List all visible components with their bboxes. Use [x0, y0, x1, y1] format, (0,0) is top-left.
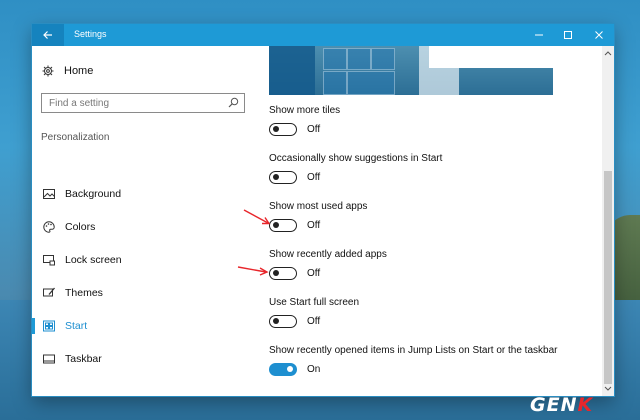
sidebar-item-lock-screen[interactable]: Lock screen [32, 246, 252, 274]
sidebar-item-label: Lock screen [65, 254, 122, 266]
toggle-state: Off [307, 220, 321, 231]
setting-label: Show most used apps [269, 201, 368, 212]
chevron-down-icon [604, 386, 612, 391]
setting-full-screen: Use Start full screen Off [269, 297, 359, 328]
toggle-knob [287, 366, 293, 372]
minimize-icon [535, 34, 543, 36]
arrow-left-icon [43, 31, 52, 39]
content-pane: Show more tiles Off Occasionally show su… [252, 46, 602, 396]
picture-icon [43, 189, 55, 199]
toggle-state: Off [307, 124, 321, 135]
scroll-down-arrow[interactable] [604, 385, 612, 393]
maximize-button[interactable] [553, 24, 583, 46]
preview-start-panel [269, 46, 315, 95]
preview-tile [371, 48, 395, 70]
preview-tile [347, 48, 371, 70]
toggle-knob [273, 270, 279, 276]
window-title: Settings [74, 29, 107, 39]
close-button[interactable] [584, 24, 614, 46]
toggle-knob [273, 318, 279, 324]
search-box[interactable] [41, 93, 245, 113]
sidebar: Home Personalization Background Colors [32, 46, 252, 396]
sidebar-home[interactable]: Home [42, 65, 93, 77]
recently-added-apps-toggle[interactable] [269, 267, 297, 280]
watermark-logo: GENK [530, 394, 594, 416]
sidebar-item-label: Colors [65, 221, 96, 233]
toggle-knob [273, 126, 279, 132]
monitor-lock-icon [43, 255, 55, 266]
sidebar-item-taskbar[interactable]: Taskbar [32, 345, 252, 373]
setting-label: Use Start full screen [269, 297, 360, 308]
maximize-icon [564, 31, 572, 39]
taskbar-icon [43, 354, 55, 364]
scroll-up-arrow[interactable] [604, 49, 612, 57]
setting-label: Show recently added apps [269, 249, 387, 260]
setting-most-used-apps: Show most used apps Off [269, 201, 367, 232]
jump-lists-toggle[interactable] [269, 363, 297, 376]
setting-show-more-tiles: Show more tiles Off [269, 105, 340, 136]
title-bar: Settings [32, 24, 614, 46]
annotation-arrow-icon [237, 266, 269, 276]
full-screen-toggle[interactable] [269, 315, 297, 328]
active-indicator [32, 318, 35, 334]
toggle-state: Off [307, 316, 321, 327]
chevron-up-icon [604, 51, 612, 56]
suggestions-toggle[interactable] [269, 171, 297, 184]
settings-window: Settings Home Personalizati [32, 24, 614, 396]
home-label: Home [64, 65, 94, 77]
gear-icon [42, 65, 54, 77]
preview-sky [429, 46, 553, 68]
sidebar-item-start[interactable]: Start [32, 312, 252, 340]
preview-tile [323, 71, 347, 95]
toggle-state: On [307, 364, 321, 375]
setting-label: Occasionally show suggestions in Start [269, 153, 443, 164]
sidebar-item-background[interactable]: Background [32, 180, 252, 208]
toggle-state: Off [307, 172, 321, 183]
back-button[interactable] [32, 24, 64, 46]
toggle-state: Off [307, 268, 321, 279]
palette-icon [43, 221, 55, 233]
sidebar-item-themes[interactable]: Themes [32, 279, 252, 307]
preview-tile [347, 71, 395, 95]
close-icon [595, 31, 603, 39]
sidebar-item-label: Start [65, 320, 88, 332]
setting-suggestions: Occasionally show suggestions in Start O… [269, 153, 442, 184]
start-tiles-icon [43, 320, 55, 332]
brush-icon [43, 287, 55, 297]
section-heading: Personalization [41, 132, 110, 143]
preview-tile [323, 48, 347, 70]
toggle-knob [273, 174, 279, 180]
annotation-arrow-icon [243, 209, 271, 225]
sidebar-item-label: Themes [65, 287, 103, 299]
start-preview-image [269, 46, 553, 95]
sidebar-item-label: Taskbar [65, 353, 102, 365]
setting-jump-lists: Show recently opened items in Jump Lists… [269, 345, 557, 376]
minimize-button[interactable] [524, 24, 554, 46]
setting-label: Show more tiles [269, 105, 341, 116]
vertical-scrollbar[interactable] [602, 46, 614, 396]
search-input[interactable] [42, 94, 229, 112]
setting-recently-added-apps: Show recently added apps Off [269, 249, 387, 280]
show-more-tiles-toggle[interactable] [269, 123, 297, 136]
sidebar-item-colors[interactable]: Colors [32, 213, 252, 241]
sidebar-item-label: Background [65, 188, 122, 200]
search-icon[interactable] [228, 97, 239, 108]
setting-label: Show recently opened items in Jump Lists… [269, 345, 558, 356]
scroll-thumb[interactable] [604, 171, 612, 384]
